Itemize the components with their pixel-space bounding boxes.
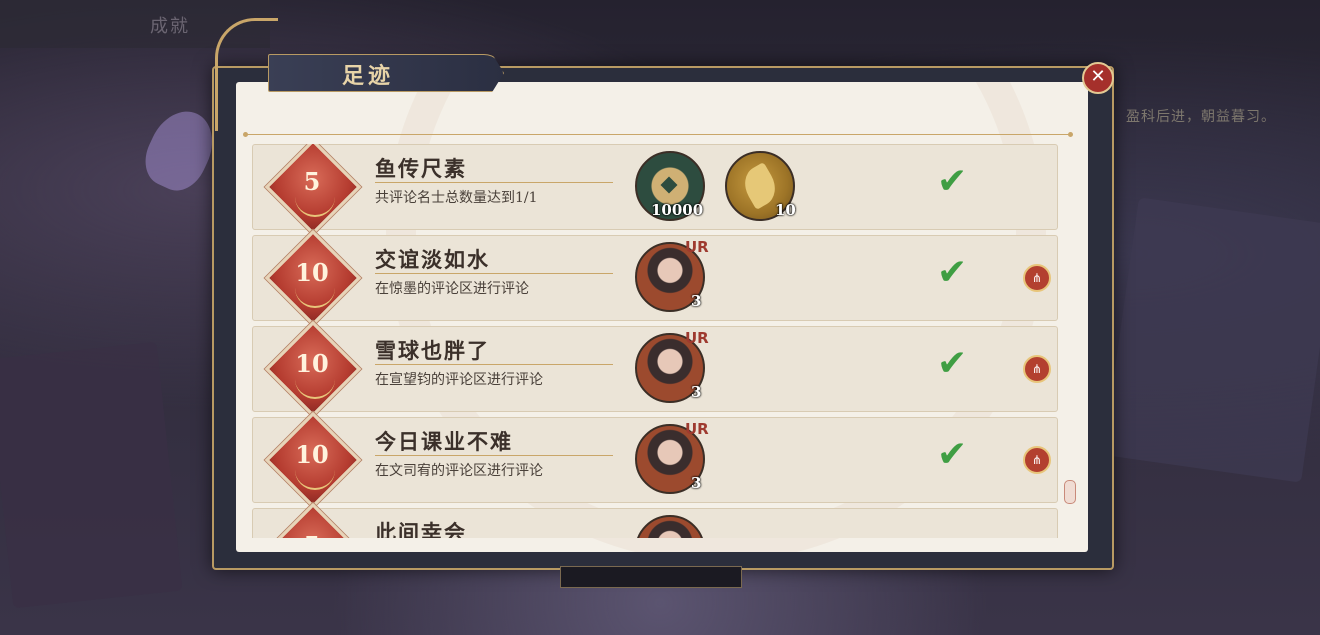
achievement-row: 10 今日课业不难在文司宥的评论区进行评论 3 UR ✔ ⋔ <box>252 411 1058 509</box>
bottom-tab-decoration <box>560 566 742 588</box>
achievement-row: 5 此间幸会 <box>252 502 1058 538</box>
dialog-title: 足迹 <box>342 63 395 89</box>
rarity-tag: UR <box>685 420 709 438</box>
share-icon[interactable]: ⋔ <box>1023 446 1051 474</box>
rarity-tag: UR <box>685 238 709 256</box>
check-icon: ✔ <box>937 343 968 384</box>
scrollbar[interactable] <box>1066 150 1072 520</box>
character-card-reward-icon[interactable] <box>635 515 705 538</box>
badge-number: 5 <box>277 531 347 538</box>
badge-number: 5 <box>303 167 321 196</box>
achievement-row: 10 交谊淡如水在惊墨的评论区进行评论 3 UR ✔ ⋔ <box>252 229 1058 327</box>
badge-number: 10 <box>295 258 329 287</box>
divider <box>245 134 1071 135</box>
share-icon[interactable]: ⋔ <box>1023 355 1051 383</box>
achievement-row: 5 鱼传尺素共评论名士总数量达到1/1 10000 10 ✔ <box>252 144 1058 236</box>
achievement-description: 在惊墨的评论区进行评论 <box>375 281 529 297</box>
achievement-title: 此间幸会 <box>375 520 467 538</box>
title-underline <box>375 364 613 365</box>
check-icon: ✔ <box>937 252 968 293</box>
close-icon: ✕ <box>1090 66 1106 87</box>
check-icon: ✔ <box>937 434 968 475</box>
reward-quantity: 3 <box>691 474 702 492</box>
title-underline <box>375 273 613 274</box>
achievement-list[interactable]: 5 鱼传尺素共评论名士总数量达到1/1 10000 10 ✔ 10 交谊淡如水在惊墨的评论区… <box>252 144 1058 538</box>
achievement-title: 交谊淡如水 <box>375 247 490 272</box>
dialog-motto: 盈科后进，朝益暮习。 <box>1126 109 1276 125</box>
divider-dot <box>1068 132 1073 137</box>
divider-dot <box>243 132 248 137</box>
badge-number: 10 <box>295 349 329 378</box>
title-underline <box>375 182 613 183</box>
achievement-title: 今日课业不难 <box>375 429 513 454</box>
title-underline <box>375 455 613 456</box>
background-box <box>1102 197 1320 483</box>
achievement-title: 鱼传尺素 <box>375 156 467 181</box>
scrollbar-knob[interactable] <box>1064 480 1076 504</box>
background-flower <box>135 101 225 199</box>
achievement-description: 在宣望钧的评论区进行评论 <box>375 372 543 388</box>
background-title: 成就 <box>150 16 190 37</box>
achievement-row: 10 雪球也胖了在宣望钧的评论区进行评论 3 UR ✔ ⋔ <box>252 320 1058 418</box>
achievement-description: 共评论名士总数量达到1/1 <box>375 190 538 206</box>
reward-quantity: 3 <box>691 292 702 310</box>
reward-quantity: 10000 <box>651 201 704 219</box>
achievement-description: 在文司宥的评论区进行评论 <box>375 463 543 479</box>
close-button[interactable]: ✕ <box>1082 62 1114 94</box>
check-icon: ✔ <box>937 161 968 202</box>
reward-quantity: 10 <box>775 201 796 219</box>
background-book <box>0 341 183 609</box>
share-icon[interactable]: ⋔ <box>1023 264 1051 292</box>
achievement-title: 雪球也胖了 <box>375 338 490 363</box>
reward-quantity: 3 <box>691 383 702 401</box>
badge-number: 10 <box>295 440 329 469</box>
rarity-tag: UR <box>685 329 709 347</box>
coin-hole-icon <box>660 176 678 194</box>
